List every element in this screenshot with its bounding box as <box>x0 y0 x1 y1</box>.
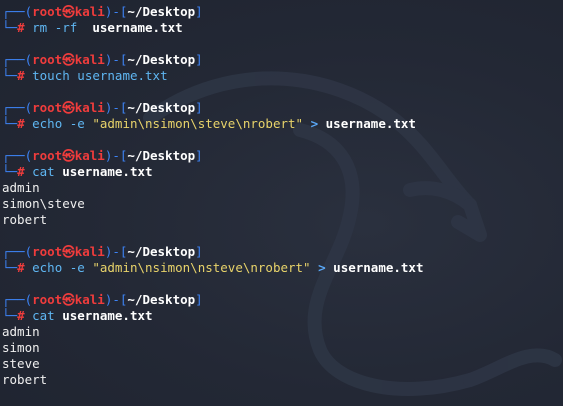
terminal-window[interactable]: ┌──(root㉿kali)-[~/Desktop] └─# rm -rf use… <box>0 0 563 406</box>
prompt-host: kali <box>74 244 105 259</box>
prompt-frame-open: ┌──( <box>2 244 33 259</box>
command-file: username.txt <box>325 116 416 131</box>
prompt-frame-open: ┌──( <box>2 4 33 19</box>
command-file: username.txt <box>333 260 424 275</box>
prompt-frame-open: ┌──( <box>2 292 33 307</box>
command-args: -rf <box>47 20 93 35</box>
command-file: username.txt <box>54 164 153 179</box>
redirect-operator: > <box>303 116 326 131</box>
prompt-at-icon: ㉿ <box>62 244 75 259</box>
prompt-path: ~/Desktop <box>127 4 196 19</box>
output-line: robert <box>2 212 48 227</box>
command-args: -e <box>62 116 93 131</box>
command-string: "admin\nsimon\nsteve\nrobert" <box>92 260 311 275</box>
command-string: "admin\nsimon\steve\nrobert" <box>92 116 304 131</box>
command-name: cat <box>32 308 55 323</box>
command-args: -e <box>62 260 93 275</box>
prompt-path: ~/Desktop <box>127 292 196 307</box>
command-name: touch <box>32 68 70 83</box>
prompt-frame-close: ] <box>195 4 203 19</box>
prompt-user: root <box>32 148 63 163</box>
prompt-header: ┌──(root㉿kali)-[~/Desktop] <box>2 100 563 116</box>
prompt-frame-open: ┌──( <box>2 100 33 115</box>
prompt-frame-mid: )-[ <box>104 244 128 259</box>
prompt-path: ~/Desktop <box>127 148 196 163</box>
prompt-path: ~/Desktop <box>127 244 196 259</box>
prompt-path: ~/Desktop <box>127 52 196 67</box>
prompt-user: root <box>32 100 63 115</box>
prompt-hash: # <box>17 20 25 35</box>
prompt-header: ┌──(root㉿kali)-[~/Desktop] <box>2 148 563 164</box>
prompt-header: ┌──(root㉿kali)-[~/Desktop] <box>2 52 563 68</box>
prompt-frame-mid: )-[ <box>104 100 128 115</box>
prompt-host: kali <box>74 148 105 163</box>
prompt-at-icon: ㉿ <box>62 4 75 19</box>
prompt-at-icon: ㉿ <box>62 148 75 163</box>
command-line: └─# touch username.txt <box>2 68 563 84</box>
command-line: └─# echo -e "admin\nsimon\nsteve\nrobert… <box>2 260 563 276</box>
prompt-host: kali <box>74 292 105 307</box>
command-args: username.txt <box>69 68 168 83</box>
command-file: username.txt <box>92 20 183 35</box>
prompt-frame-close: ] <box>195 148 203 163</box>
prompt-path: ~/Desktop <box>127 100 196 115</box>
output-line: robert <box>2 372 48 387</box>
prompt-corner: └─ <box>2 164 18 179</box>
command-line: └─# echo -e "admin\nsimon\steve\nrobert"… <box>2 116 563 132</box>
prompt-at-icon: ㉿ <box>62 100 75 115</box>
prompt-corner: └─ <box>2 20 18 35</box>
command-file: username.txt <box>54 308 153 323</box>
output-line: admin <box>2 324 40 339</box>
prompt-frame-close: ] <box>195 244 203 259</box>
prompt-user: root <box>32 244 63 259</box>
terminal-output: ┌──(root㉿kali)-[~/Desktop] └─# rm -rf use… <box>0 0 563 388</box>
prompt-user: root <box>32 4 63 19</box>
output-line: steve <box>2 356 40 371</box>
prompt-frame-mid: )-[ <box>104 148 128 163</box>
prompt-corner: └─ <box>2 68 18 83</box>
command-line: └─# rm -rf username.txt <box>2 20 563 36</box>
redirect-operator: > <box>310 260 334 275</box>
command-line: └─# cat username.txt <box>2 308 563 324</box>
prompt-frame-mid: )-[ <box>104 4 128 19</box>
prompt-corner: └─ <box>2 308 18 323</box>
prompt-user: root <box>32 52 63 67</box>
prompt-header: ┌──(root㉿kali)-[~/Desktop] <box>2 244 563 260</box>
prompt-hash: # <box>17 68 25 83</box>
prompt-hash: # <box>17 308 25 323</box>
prompt-header: ┌──(root㉿kali)-[~/Desktop] <box>2 4 563 20</box>
prompt-user: root <box>32 292 63 307</box>
command-name: cat <box>32 164 55 179</box>
prompt-frame-open: ┌──( <box>2 148 33 163</box>
prompt-at-icon: ㉿ <box>62 52 75 67</box>
output-line: simon <box>2 340 40 355</box>
prompt-frame-open: ┌──( <box>2 52 33 67</box>
prompt-frame-close: ] <box>195 52 203 67</box>
prompt-hash: # <box>17 164 25 179</box>
prompt-frame-close: ] <box>195 292 203 307</box>
prompt-frame-mid: )-[ <box>104 52 128 67</box>
prompt-host: kali <box>74 100 105 115</box>
command-name: echo <box>32 116 63 131</box>
command-name: rm <box>32 20 48 35</box>
prompt-corner: └─ <box>2 260 18 275</box>
prompt-frame-close: ] <box>195 100 203 115</box>
command-line: └─# cat username.txt <box>2 164 563 180</box>
output-line: admin <box>2 180 40 195</box>
output-line: simon\steve <box>2 196 85 211</box>
prompt-frame-mid: )-[ <box>104 292 128 307</box>
prompt-hash: # <box>17 260 25 275</box>
prompt-header: ┌──(root㉿kali)-[~/Desktop] <box>2 292 563 308</box>
command-name: echo <box>32 260 63 275</box>
prompt-host: kali <box>74 52 105 67</box>
prompt-host: kali <box>74 4 105 19</box>
prompt-at-icon: ㉿ <box>62 292 75 307</box>
prompt-corner: └─ <box>2 116 18 131</box>
prompt-hash: # <box>17 116 25 131</box>
